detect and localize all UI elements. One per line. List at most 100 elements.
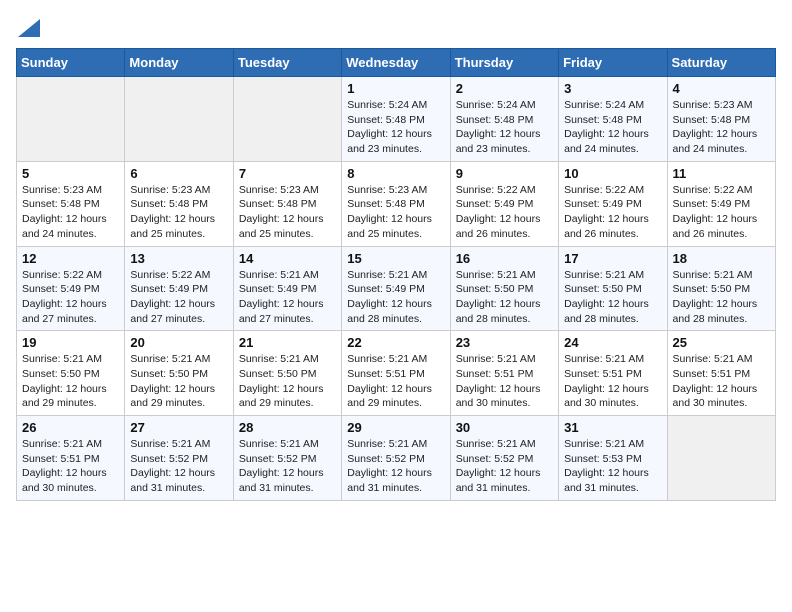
day-number: 29: [347, 420, 444, 435]
day-info: Sunrise: 5:24 AM Sunset: 5:48 PM Dayligh…: [347, 98, 444, 157]
calendar-cell: 22 Sunrise: 5:21 AM Sunset: 5:51 PM Dayli…: [342, 331, 450, 416]
day-number: 13: [130, 251, 227, 266]
day-number: 8: [347, 166, 444, 181]
day-info: Sunrise: 5:21 AM Sunset: 5:52 PM Dayligh…: [130, 437, 227, 496]
calendar-body: 1 Sunrise: 5:24 AM Sunset: 5:48 PM Daylig…: [17, 77, 776, 501]
calendar-cell: [233, 77, 341, 162]
day-number: 9: [456, 166, 553, 181]
day-number: 14: [239, 251, 336, 266]
day-number: 12: [22, 251, 119, 266]
day-number: 19: [22, 335, 119, 350]
calendar-cell: 3 Sunrise: 5:24 AM Sunset: 5:48 PM Daylig…: [559, 77, 667, 162]
logo-icon: [18, 19, 40, 37]
calendar-week-4: 19 Sunrise: 5:21 AM Sunset: 5:50 PM Dayli…: [17, 331, 776, 416]
day-info: Sunrise: 5:21 AM Sunset: 5:52 PM Dayligh…: [347, 437, 444, 496]
calendar-cell: 25Sunrise: 5:21 AM Sunset: 5:51 PM Dayli…: [667, 331, 775, 416]
day-number: 24: [564, 335, 661, 350]
day-number: 27: [130, 420, 227, 435]
day-info: Sunrise: 5:23 AM Sunset: 5:48 PM Dayligh…: [673, 98, 770, 157]
calendar-cell: 24 Sunrise: 5:21 AM Sunset: 5:51 PM Dayli…: [559, 331, 667, 416]
day-number: 31: [564, 420, 661, 435]
logo: [16, 16, 40, 38]
day-info: Sunrise: 5:21 AM Sunset: 5:51 PM Dayligh…: [22, 437, 119, 496]
day-info: Sunrise: 5:23 AM Sunset: 5:48 PM Dayligh…: [130, 183, 227, 242]
day-info: Sunrise: 5:23 AM Sunset: 5:48 PM Dayligh…: [22, 183, 119, 242]
calendar-table: SundayMondayTuesdayWednesdayThursdayFrid…: [16, 48, 776, 501]
day-info: Sunrise: 5:21 AM Sunset: 5:51 PM Dayligh…: [347, 352, 444, 411]
calendar-cell: 8 Sunrise: 5:23 AM Sunset: 5:48 PM Daylig…: [342, 161, 450, 246]
page-header: [16, 16, 776, 38]
day-number: 21: [239, 335, 336, 350]
day-number: 16: [456, 251, 553, 266]
calendar-cell: 31 Sunrise: 5:21 AM Sunset: 5:53 PM Dayli…: [559, 416, 667, 501]
day-info: Sunrise: 5:22 AM Sunset: 5:49 PM Dayligh…: [130, 268, 227, 327]
weekday-header-monday: Monday: [125, 49, 233, 77]
logo-text: [16, 16, 40, 38]
day-number: 1: [347, 81, 444, 96]
day-info: Sunrise: 5:21 AM Sunset: 5:50 PM Dayligh…: [130, 352, 227, 411]
day-number: 20: [130, 335, 227, 350]
day-number: 5: [22, 166, 119, 181]
calendar-cell: 20 Sunrise: 5:21 AM Sunset: 5:50 PM Dayli…: [125, 331, 233, 416]
day-number: 23: [456, 335, 553, 350]
day-info: Sunrise: 5:21 AM Sunset: 5:51 PM Dayligh…: [564, 352, 661, 411]
day-number: 17: [564, 251, 661, 266]
calendar-cell: 6 Sunrise: 5:23 AM Sunset: 5:48 PM Daylig…: [125, 161, 233, 246]
day-number: 28: [239, 420, 336, 435]
weekday-header-wednesday: Wednesday: [342, 49, 450, 77]
weekday-header-sunday: Sunday: [17, 49, 125, 77]
day-info: Sunrise: 5:21 AM Sunset: 5:49 PM Dayligh…: [347, 268, 444, 327]
weekday-header-friday: Friday: [559, 49, 667, 77]
calendar-cell: 21 Sunrise: 5:21 AM Sunset: 5:50 PM Dayli…: [233, 331, 341, 416]
day-number: 3: [564, 81, 661, 96]
calendar-cell: 7 Sunrise: 5:23 AM Sunset: 5:48 PM Daylig…: [233, 161, 341, 246]
day-info: Sunrise: 5:21 AM Sunset: 5:50 PM Dayligh…: [239, 352, 336, 411]
day-number: 2: [456, 81, 553, 96]
day-info: Sunrise: 5:22 AM Sunset: 5:49 PM Dayligh…: [564, 183, 661, 242]
calendar-week-3: 12 Sunrise: 5:22 AM Sunset: 5:49 PM Dayli…: [17, 246, 776, 331]
day-info: Sunrise: 5:21 AM Sunset: 5:50 PM Dayligh…: [456, 268, 553, 327]
day-number: 10: [564, 166, 661, 181]
day-info: Sunrise: 5:24 AM Sunset: 5:48 PM Dayligh…: [564, 98, 661, 157]
calendar-cell: [17, 77, 125, 162]
calendar-cell: 17 Sunrise: 5:21 AM Sunset: 5:50 PM Dayli…: [559, 246, 667, 331]
day-info: Sunrise: 5:21 AM Sunset: 5:53 PM Dayligh…: [564, 437, 661, 496]
weekday-header-tuesday: Tuesday: [233, 49, 341, 77]
day-info: Sunrise: 5:23 AM Sunset: 5:48 PM Dayligh…: [347, 183, 444, 242]
calendar-cell: 11Sunrise: 5:22 AM Sunset: 5:49 PM Dayli…: [667, 161, 775, 246]
day-number: 7: [239, 166, 336, 181]
calendar-week-1: 1 Sunrise: 5:24 AM Sunset: 5:48 PM Daylig…: [17, 77, 776, 162]
calendar-cell: 10 Sunrise: 5:22 AM Sunset: 5:49 PM Dayli…: [559, 161, 667, 246]
calendar-week-5: 26 Sunrise: 5:21 AM Sunset: 5:51 PM Dayli…: [17, 416, 776, 501]
calendar-cell: 5 Sunrise: 5:23 AM Sunset: 5:48 PM Daylig…: [17, 161, 125, 246]
day-number: 30: [456, 420, 553, 435]
day-info: Sunrise: 5:21 AM Sunset: 5:51 PM Dayligh…: [456, 352, 553, 411]
calendar-week-2: 5 Sunrise: 5:23 AM Sunset: 5:48 PM Daylig…: [17, 161, 776, 246]
calendar-cell: 23 Sunrise: 5:21 AM Sunset: 5:51 PM Dayli…: [450, 331, 558, 416]
day-number: 4: [673, 81, 770, 96]
day-number: 18: [673, 251, 770, 266]
calendar-cell: 12 Sunrise: 5:22 AM Sunset: 5:49 PM Dayli…: [17, 246, 125, 331]
calendar-cell: 29 Sunrise: 5:21 AM Sunset: 5:52 PM Dayli…: [342, 416, 450, 501]
day-number: 25: [673, 335, 770, 350]
calendar-cell: [125, 77, 233, 162]
day-info: Sunrise: 5:22 AM Sunset: 5:49 PM Dayligh…: [456, 183, 553, 242]
day-info: Sunrise: 5:21 AM Sunset: 5:50 PM Dayligh…: [564, 268, 661, 327]
day-info: Sunrise: 5:23 AM Sunset: 5:48 PM Dayligh…: [239, 183, 336, 242]
day-number: 6: [130, 166, 227, 181]
calendar-cell: 9 Sunrise: 5:22 AM Sunset: 5:49 PM Daylig…: [450, 161, 558, 246]
calendar-cell: 18Sunrise: 5:21 AM Sunset: 5:50 PM Dayli…: [667, 246, 775, 331]
day-number: 15: [347, 251, 444, 266]
calendar-cell: 1 Sunrise: 5:24 AM Sunset: 5:48 PM Daylig…: [342, 77, 450, 162]
calendar-cell: 13 Sunrise: 5:22 AM Sunset: 5:49 PM Dayli…: [125, 246, 233, 331]
day-info: Sunrise: 5:22 AM Sunset: 5:49 PM Dayligh…: [22, 268, 119, 327]
calendar-cell: 4 Sunrise: 5:23 AM Sunset: 5:48 PM Daylig…: [667, 77, 775, 162]
day-number: 22: [347, 335, 444, 350]
calendar-cell: 16 Sunrise: 5:21 AM Sunset: 5:50 PM Dayli…: [450, 246, 558, 331]
day-number: 26: [22, 420, 119, 435]
calendar-cell: 30 Sunrise: 5:21 AM Sunset: 5:52 PM Dayli…: [450, 416, 558, 501]
calendar-cell: 19Sunrise: 5:21 AM Sunset: 5:50 PM Dayli…: [17, 331, 125, 416]
day-info: Sunrise: 5:24 AM Sunset: 5:48 PM Dayligh…: [456, 98, 553, 157]
day-number: 11: [673, 166, 770, 181]
day-info: Sunrise: 5:21 AM Sunset: 5:52 PM Dayligh…: [456, 437, 553, 496]
